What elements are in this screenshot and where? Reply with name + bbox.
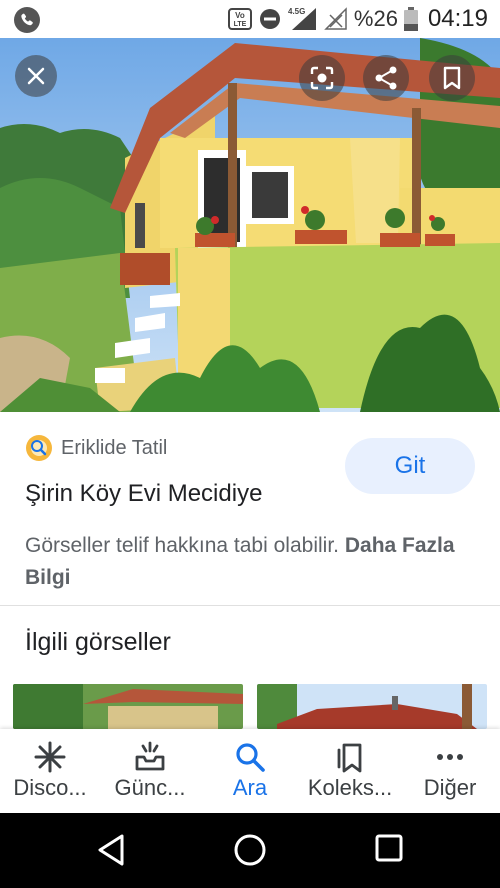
signal-4-5g-icon: 4.5G — [288, 7, 316, 30]
related-image-1[interactable] — [13, 684, 243, 729]
source-row[interactable]: Eriklide Tatil — [25, 434, 167, 462]
svg-text:4.5G: 4.5G — [288, 7, 305, 16]
recent-apps-icon[interactable] — [374, 833, 404, 863]
nav-search[interactable]: Ara — [200, 729, 300, 813]
visit-button[interactable]: Git — [345, 438, 475, 494]
related-image-2[interactable] — [257, 684, 487, 729]
nav-more[interactable]: Diğer — [400, 729, 500, 813]
close-icon — [27, 67, 45, 85]
status-bar: Vo LTE 4.5G %26 04:19 — [0, 0, 500, 38]
divider — [0, 605, 500, 606]
collections-icon — [337, 743, 362, 773]
house-photo — [0, 38, 500, 412]
home-icon[interactable] — [233, 833, 267, 867]
copyright-text: Görseller telif hakkına tabi olabilir. — [25, 534, 339, 557]
system-navigation-bar — [0, 813, 500, 888]
nav-label: Ara — [232, 775, 268, 800]
updates-inbox-icon — [135, 741, 165, 771]
back-icon[interactable] — [96, 833, 128, 867]
do-not-disturb-icon — [259, 9, 280, 29]
source-name: Eriklide Tatil — [61, 436, 168, 459]
nav-label: Diğer — [423, 775, 477, 800]
volte-icon: Vo LTE — [227, 8, 252, 30]
nav-collections[interactable]: Koleks... — [300, 729, 400, 813]
result-title[interactable]: Şirin Köy Evi Mecidiye — [25, 480, 262, 508]
share-icon — [375, 66, 397, 90]
signal-empty-icon — [324, 7, 347, 30]
bookmark-icon — [443, 66, 461, 90]
copyright-notice: Görseller telif hakkına tabi olabilir. D… — [25, 530, 485, 594]
more-dots-icon — [437, 754, 463, 760]
bottom-navigation: Disco... Günc... Ara Koleks... Diğer — [0, 729, 500, 813]
search-icon — [236, 743, 265, 772]
nav-discover[interactable]: Disco... — [0, 729, 100, 813]
save-button[interactable] — [429, 55, 475, 101]
share-button[interactable] — [363, 55, 409, 101]
battery-percent: %26 — [353, 6, 398, 31]
svg-text:Vo: Vo — [235, 11, 245, 20]
battery-icon — [403, 7, 418, 31]
nav-label: Koleks... — [307, 775, 393, 800]
svg-text:LTE: LTE — [234, 21, 247, 28]
nav-label: Günc... — [114, 775, 186, 800]
close-button[interactable] — [15, 55, 57, 97]
phone-call-icon — [14, 7, 40, 38]
discover-asterisk-icon — [34, 741, 66, 773]
nav-label: Disco... — [13, 775, 87, 800]
lens-button[interactable] — [299, 55, 345, 101]
related-images-heading: İlgili görseller — [25, 628, 171, 656]
google-lens-icon — [310, 66, 334, 90]
site-favicon-icon — [26, 435, 52, 461]
nav-updates[interactable]: Günc... — [100, 729, 200, 813]
clock: 04:19 — [427, 5, 488, 32]
main-image[interactable] — [0, 38, 500, 412]
